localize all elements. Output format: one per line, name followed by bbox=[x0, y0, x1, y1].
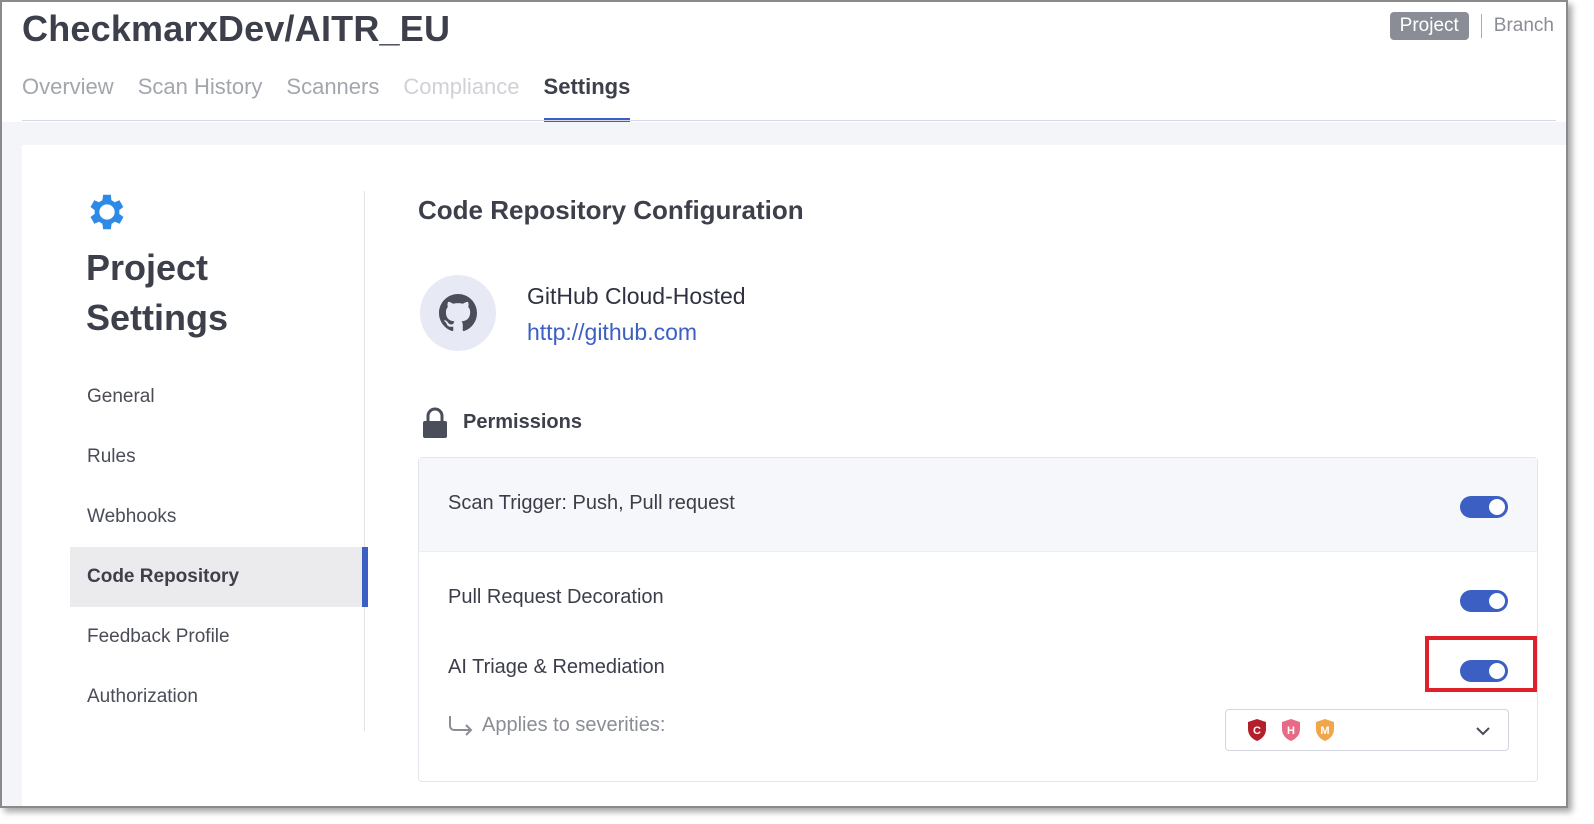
highlight-box bbox=[1425, 636, 1537, 692]
gear-icon bbox=[90, 194, 124, 230]
repo-name: GitHub Cloud-Hosted bbox=[527, 283, 746, 309]
sidebar-item-authorization[interactable]: Authorization bbox=[70, 667, 366, 727]
severity-badges: C H M bbox=[1246, 718, 1336, 742]
sidebar-item-general[interactable]: General bbox=[70, 367, 366, 427]
severity-medium-icon: M bbox=[1316, 719, 1334, 741]
toggle-knob bbox=[1489, 499, 1505, 515]
permission-row-scan-trigger: Scan Trigger: Push, Pull request bbox=[419, 458, 1537, 552]
scan-trigger-toggle[interactable] bbox=[1460, 496, 1508, 518]
section-title: Code Repository Configuration bbox=[418, 195, 804, 225]
settings-card: Project Settings General Rules Webhooks … bbox=[22, 145, 1566, 806]
repo-url-link[interactable]: http://github.com bbox=[527, 319, 697, 346]
scope-branch-button[interactable]: Branch bbox=[1494, 15, 1554, 37]
sidebar-item-code-repository[interactable]: Code Repository bbox=[70, 547, 368, 607]
tab-compliance: Compliance bbox=[403, 74, 520, 99]
tab-overview[interactable]: Overview bbox=[22, 72, 114, 122]
permissions-label: Permissions bbox=[463, 411, 582, 433]
chevron-down-icon bbox=[1476, 727, 1490, 736]
pr-decoration-toggle[interactable] bbox=[1460, 590, 1508, 612]
pr-decoration-label: Pull Request Decoration bbox=[448, 586, 664, 608]
ai-triage-label: AI Triage & Remediation bbox=[448, 656, 665, 678]
scope-project-button[interactable]: Project bbox=[1389, 12, 1469, 40]
sidebar-item-webhooks[interactable]: Webhooks bbox=[70, 487, 366, 547]
severity-critical-letter: C bbox=[1253, 725, 1261, 737]
permission-row-ai-triage: AI Triage & Remediation bbox=[419, 632, 1537, 702]
github-icon bbox=[420, 275, 496, 351]
settings-nav: General Rules Webhooks Code Repository F… bbox=[70, 367, 368, 727]
permissions-panel: Scan Trigger: Push, Pull request Pull Re… bbox=[418, 457, 1538, 782]
scope-separator bbox=[1480, 14, 1482, 38]
sidebar-title-line2: Settings bbox=[86, 297, 229, 338]
scope-switch: Project Branch bbox=[1389, 12, 1554, 40]
permission-row-pr-decoration: Pull Request Decoration bbox=[419, 552, 1537, 632]
tabs-divider bbox=[22, 120, 1556, 121]
tab-scan-history[interactable]: Scan History bbox=[138, 72, 263, 122]
tab-scanners[interactable]: Scanners bbox=[286, 72, 379, 122]
scan-trigger-label: Scan Trigger: Push, Pull request bbox=[448, 492, 735, 514]
lock-icon bbox=[423, 407, 447, 438]
top-bar: CheckmarxDev/AITR_EU Project Branch Over… bbox=[2, 2, 1566, 122]
severity-medium-letter: M bbox=[1320, 725, 1329, 737]
subitem-arrow-icon bbox=[449, 715, 473, 736]
sidebar-title: Project Settings bbox=[86, 243, 346, 343]
sidebar-item-rules[interactable]: Rules bbox=[70, 427, 366, 487]
tab-bar: Overview Scan History Scanners Complianc… bbox=[22, 72, 630, 122]
severity-critical-icon: C bbox=[1248, 719, 1266, 741]
severity-high-icon: H bbox=[1282, 719, 1300, 741]
applies-to-severities: Applies to severities: bbox=[448, 714, 665, 737]
page-title: CheckmarxDev/AITR_EU bbox=[22, 8, 451, 49]
sidebar-title-line1: Project bbox=[86, 247, 209, 288]
severity-high-letter: H bbox=[1287, 725, 1295, 737]
applies-label: Applies to severities: bbox=[482, 714, 666, 736]
app-window: CheckmarxDev/AITR_EU Project Branch Over… bbox=[0, 0, 1568, 808]
tab-settings[interactable]: Settings bbox=[543, 72, 630, 122]
toggle-knob bbox=[1489, 593, 1505, 609]
severity-select[interactable]: C H M bbox=[1225, 709, 1509, 751]
sidebar-item-feedback-profile[interactable]: Feedback Profile bbox=[70, 607, 366, 667]
